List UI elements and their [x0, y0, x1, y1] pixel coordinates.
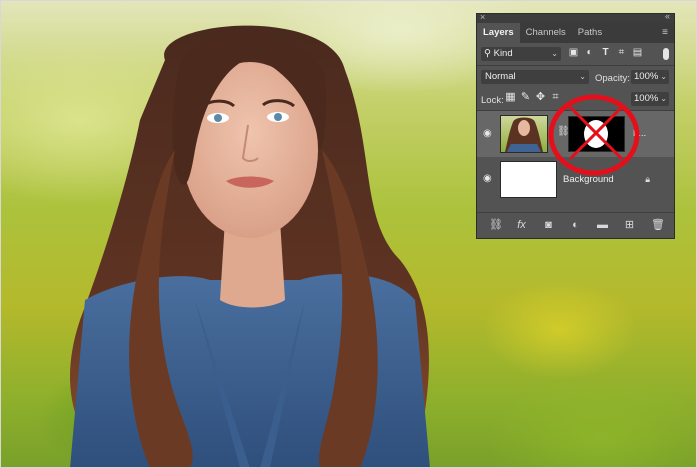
- pixel-filter-icon[interactable]: ▣: [568, 47, 579, 58]
- layer-mask-thumbnail[interactable]: [568, 116, 625, 152]
- chevron-down-icon: ⌄: [660, 94, 667, 103]
- lock-position-icon[interactable]: ✥: [535, 92, 546, 103]
- eye-icon[interactable]: ◉: [483, 173, 492, 184]
- panel-title-strip: × «: [477, 11, 674, 23]
- opacity-input[interactable]: 100% ⌄: [631, 70, 669, 84]
- tab-layers[interactable]: Layers: [477, 23, 520, 43]
- chevron-down-icon: ⌄: [551, 49, 558, 58]
- lock-artboard-icon[interactable]: ⌗: [550, 92, 561, 103]
- panel-tabs: Layers Channels Paths ≡: [477, 23, 674, 43]
- add-mask-icon[interactable]: ◙: [543, 220, 554, 231]
- lock-row: Lock: ▦ ✎ ✥ ⌗ 100% ⌄: [477, 88, 674, 110]
- filter-toggle[interactable]: [663, 48, 669, 60]
- filter-row: ⚲ Kind ⌄ ▣ ◐ T ⌗ ▤: [477, 43, 674, 65]
- layer-row-background[interactable]: ◉ Background 🔒︎: [477, 157, 674, 201]
- lock-transparent-icon[interactable]: ▦: [505, 92, 516, 103]
- tab-paths[interactable]: Paths: [572, 23, 608, 43]
- link-layers-icon[interactable]: ⛓: [489, 220, 503, 231]
- chevron-down-icon: ⌄: [579, 72, 586, 81]
- fx-icon[interactable]: fx: [516, 220, 527, 231]
- trash-icon[interactable]: 🗑︎: [651, 220, 665, 231]
- layer-row-photo[interactable]: ◉ ⛓ L...: [477, 111, 674, 157]
- folder-icon[interactable]: ▬: [597, 220, 608, 231]
- layer-thumbnail: [500, 115, 548, 153]
- lock-label: Lock:: [481, 95, 504, 106]
- filter-kind-label: Kind: [493, 48, 513, 59]
- blend-mode-value: Normal: [485, 71, 516, 82]
- collapse-icon[interactable]: «: [665, 11, 670, 21]
- blend-mode-select[interactable]: Normal ⌄: [481, 70, 589, 84]
- blend-row: Normal ⌄ Opacity: 100% ⌄: [477, 66, 674, 88]
- close-icon[interactable]: ×: [480, 12, 485, 22]
- opacity-value: 100%: [634, 71, 659, 82]
- layer-name[interactable]: L...: [633, 128, 646, 139]
- chevron-down-icon: ⌄: [660, 72, 667, 81]
- lock-paint-icon[interactable]: ✎: [520, 92, 531, 103]
- fill-input[interactable]: 100% ⌄: [631, 92, 669, 106]
- panel-bottom-toolbar: ⛓ fx ◙ ◐ ▬ ⊞ 🗑︎: [477, 212, 674, 238]
- tab-channels[interactable]: Channels: [520, 23, 572, 43]
- fill-value: 100%: [634, 93, 659, 104]
- lock-icon: 🔒︎: [645, 174, 650, 184]
- layer-thumbnail: [500, 161, 557, 198]
- shape-filter-icon[interactable]: ⌗: [616, 47, 627, 58]
- layer-name[interactable]: Background: [563, 174, 614, 185]
- eye-icon[interactable]: ◉: [483, 128, 492, 139]
- adjustment-layer-icon[interactable]: ◐: [570, 220, 581, 231]
- panel-menu-icon[interactable]: ≡: [662, 27, 668, 38]
- search-icon: ⚲: [484, 48, 491, 59]
- filter-kind-select[interactable]: ⚲ Kind ⌄: [481, 47, 561, 61]
- type-filter-icon[interactable]: T: [600, 47, 611, 58]
- new-layer-icon[interactable]: ⊞: [624, 220, 635, 231]
- adjustment-filter-icon[interactable]: ◐: [584, 47, 595, 58]
- opacity-label: Opacity:: [595, 73, 630, 84]
- layers-panel: × « Layers Channels Paths ≡ ⚲ Kind ⌄ ▣ ◐…: [476, 11, 675, 239]
- smart-object-filter-icon[interactable]: ▤: [632, 47, 643, 58]
